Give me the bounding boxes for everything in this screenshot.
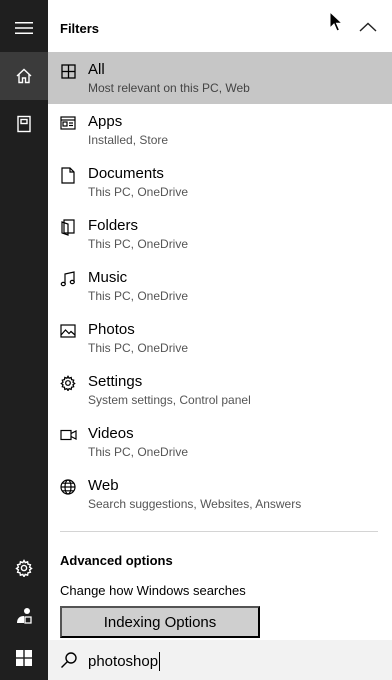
filter-label: Folders <box>88 217 139 234</box>
filter-label: Videos <box>88 425 134 442</box>
home-button[interactable] <box>0 52 48 100</box>
filter-label: Web <box>88 477 119 494</box>
document-icon <box>59 166 77 184</box>
app-window-icon <box>59 114 77 132</box>
filter-label: Documents <box>88 165 164 182</box>
folder-icon <box>59 218 77 236</box>
collapse-filters-button[interactable] <box>350 12 386 44</box>
filter-label: All <box>88 61 105 78</box>
video-camera-icon <box>59 426 77 444</box>
gear-icon <box>15 559 33 577</box>
windows-logo-icon <box>16 649 32 671</box>
grid-icon <box>59 62 77 80</box>
filter-description: This PC, OneDrive <box>88 445 189 459</box>
left-rail <box>0 0 48 680</box>
filter-description: Search suggestions, Websites, Answers <box>88 497 302 511</box>
notebook-button[interactable] <box>0 100 48 148</box>
filter-list: All Most relevant on this PC, Web Apps I… <box>48 52 392 520</box>
gear-icon <box>59 374 77 392</box>
filter-description: This PC, OneDrive <box>88 289 189 303</box>
search-input[interactable]: photoshop <box>88 652 161 671</box>
globe-icon <box>59 478 77 496</box>
filter-photos[interactable]: Photos This PC, OneDrive <box>48 312 392 364</box>
filter-description: System settings, Control panel <box>88 393 251 407</box>
notebook-icon <box>16 115 32 133</box>
filter-description: This PC, OneDrive <box>88 237 189 251</box>
filter-music[interactable]: Music This PC, OneDrive <box>48 260 392 312</box>
filter-all[interactable]: All Most relevant on this PC, Web <box>48 52 392 104</box>
filter-label: Music <box>88 269 128 286</box>
filter-label: Apps <box>88 113 123 130</box>
feedback-icon <box>15 607 33 625</box>
filter-label: Settings <box>88 373 143 390</box>
text-caret <box>159 652 161 671</box>
filter-description: Most relevant on this PC, Web <box>88 81 250 95</box>
home-icon <box>15 67 33 85</box>
filter-documents[interactable]: Documents This PC, OneDrive <box>48 156 392 208</box>
search-box[interactable]: photoshop <box>48 640 392 680</box>
advanced-options-heading: Advanced options <box>60 553 173 568</box>
photo-icon <box>59 322 77 340</box>
filter-label: Photos <box>88 321 135 338</box>
filter-apps[interactable]: Apps Installed, Store <box>48 104 392 156</box>
divider <box>60 531 378 532</box>
filter-description: This PC, OneDrive <box>88 185 189 199</box>
advanced-options-description: Change how Windows searches <box>60 583 246 598</box>
filter-description: Installed, Store <box>88 133 169 147</box>
hamburger-menu-button[interactable] <box>0 4 48 52</box>
mouse-cursor-icon <box>329 11 343 32</box>
indexing-options-button[interactable]: Indexing Options <box>60 606 260 638</box>
filter-videos[interactable]: Videos This PC, OneDrive <box>48 416 392 468</box>
music-note-icon <box>59 270 77 288</box>
feedback-button[interactable] <box>0 592 48 640</box>
start-button[interactable] <box>0 640 48 680</box>
search-query-text: photoshop <box>88 653 159 670</box>
settings-button[interactable] <box>0 544 48 592</box>
filter-folders[interactable]: Folders This PC, OneDrive <box>48 208 392 260</box>
hamburger-menu-icon <box>15 21 33 35</box>
chevron-up-icon <box>359 19 377 37</box>
filter-web[interactable]: Web Search suggestions, Websites, Answer… <box>48 468 392 520</box>
filter-settings[interactable]: Settings System settings, Control panel <box>48 364 392 416</box>
filters-title: Filters <box>60 21 100 36</box>
search-icon <box>60 651 78 669</box>
filter-description: This PC, OneDrive <box>88 341 189 355</box>
